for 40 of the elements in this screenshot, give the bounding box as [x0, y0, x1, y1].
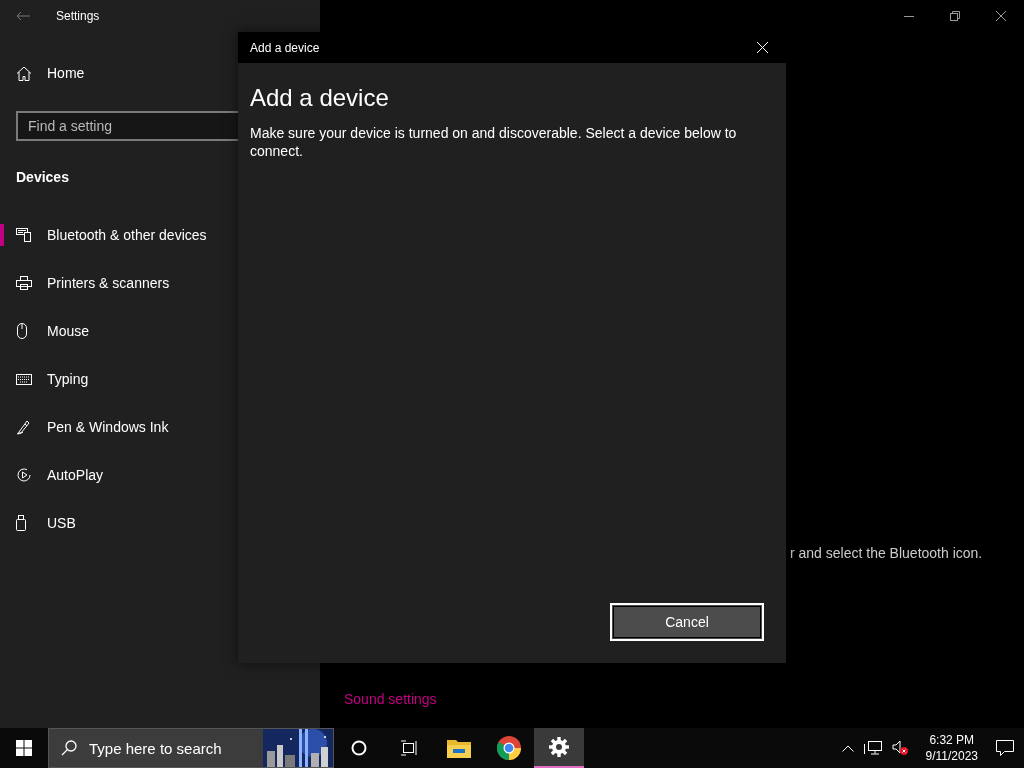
pen-icon — [16, 419, 32, 435]
close-icon[interactable] — [996, 11, 1006, 21]
nav-item[interactable]: Bluetooth & other devices — [0, 211, 320, 259]
window-title: Settings — [56, 9, 100, 23]
mouse-icon — [16, 323, 28, 339]
dialog-title: Add a device — [250, 40, 320, 55]
windows-logo-icon[interactable] — [16, 740, 32, 756]
folder-icon[interactable] — [447, 738, 471, 758]
nav-item[interactable]: Pen & Windows Ink — [0, 403, 320, 451]
dialog-heading: Add a device — [250, 84, 389, 112]
nav-item[interactable]: AutoPlay — [0, 451, 320, 499]
minimize-icon[interactable] — [904, 15, 914, 17]
clock-date[interactable]: 9/11/2023 — [925, 748, 978, 764]
instruction-text: r and select the Bluetooth icon. — [790, 545, 984, 561]
section-heading: Devices — [16, 169, 69, 185]
circle-icon[interactable] — [351, 740, 367, 756]
keyboard-icon — [16, 373, 32, 385]
notification-icon[interactable] — [996, 740, 1014, 756]
back-arrow-icon[interactable] — [16, 11, 30, 21]
gear-icon[interactable] — [549, 737, 569, 757]
nav-item[interactable]: USB — [0, 499, 320, 547]
taskbar-search-field[interactable]: Type here to search — [48, 728, 334, 768]
link[interactable]: Sound settings — [344, 691, 437, 707]
clock-time[interactable]: 6:32 PM — [929, 732, 975, 748]
nav-item[interactable]: Typing — [0, 355, 320, 403]
play-circle-icon — [16, 467, 32, 483]
chevron-up-icon[interactable] — [841, 744, 854, 752]
home-icon — [16, 65, 32, 81]
nav-item[interactable]: Printers & scanners — [0, 259, 320, 307]
cancel-button[interactable]: Cancel — [610, 603, 764, 641]
printer-icon — [16, 275, 32, 291]
nav-item[interactable]: Mouse — [0, 307, 320, 355]
keyboard-phone-icon — [16, 227, 32, 243]
speaker-muted-icon[interactable] — [891, 740, 908, 756]
browser-icon[interactable] — [497, 736, 521, 760]
restore-icon[interactable] — [950, 11, 960, 21]
usb-drive-icon — [16, 515, 26, 531]
task-view-icon[interactable] — [400, 740, 418, 756]
network-icon[interactable] — [863, 740, 882, 756]
search-icon — [61, 740, 77, 756]
